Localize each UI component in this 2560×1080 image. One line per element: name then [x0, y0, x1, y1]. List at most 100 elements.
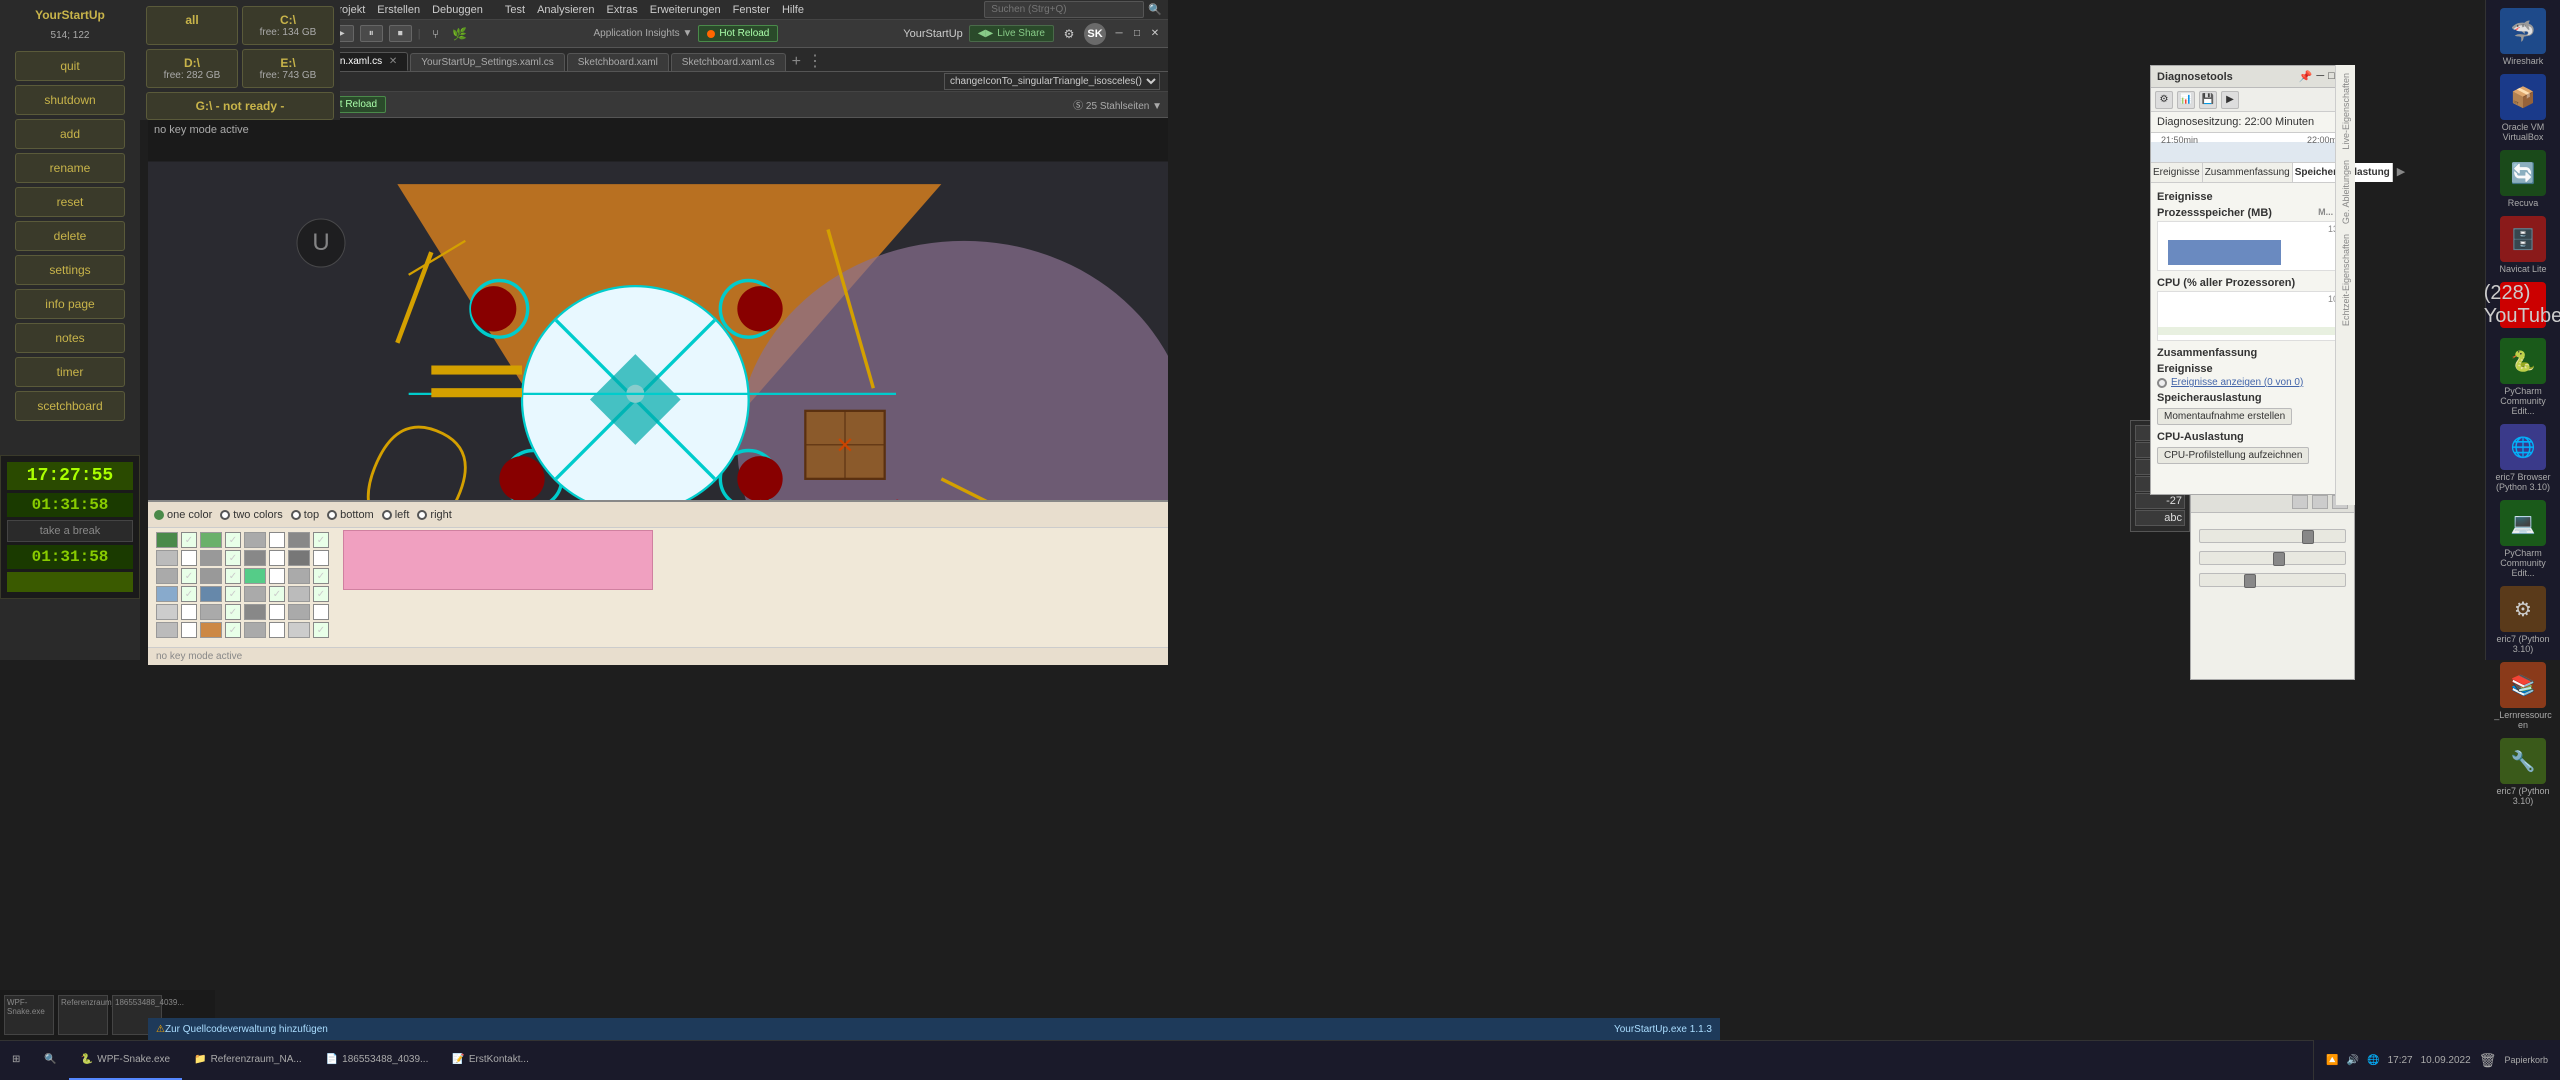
diag-pin-icon[interactable]: 📌: [2299, 70, 2313, 83]
taskbar-wpf-snake[interactable]: 🐍 WPF-Snake.exe: [69, 1041, 182, 1080]
diag-minimize-icon[interactable]: ─: [2316, 70, 2324, 83]
two-colors-option[interactable]: two colors: [220, 509, 283, 521]
rename-button[interactable]: rename: [15, 153, 125, 183]
delete-button[interactable]: delete: [15, 221, 125, 251]
diag-tab-zusammenfassung[interactable]: Zusammenfassung: [2203, 163, 2293, 182]
app-icon-youtube[interactable]: (228) YouTube: [2494, 282, 2552, 330]
drive-all[interactable]: all: [146, 6, 238, 45]
color-cell-3-1[interactable]: [156, 568, 178, 584]
check-1-3[interactable]: [269, 532, 285, 548]
app-icon-eric7-2[interactable]: 🔧 eric7 (Python 3.10): [2494, 738, 2552, 806]
search-icon[interactable]: 🔍: [1148, 3, 1162, 16]
diag-events-link[interactable]: Ereignisse anzeigen (0 von 0): [2171, 377, 2303, 388]
diag-expand-icon[interactable]: ▶: [2393, 163, 2409, 182]
app-icon-recuva[interactable]: 🔄 Recuva: [2494, 150, 2552, 208]
tab-cascadebutton-close[interactable]: ✕: [389, 56, 397, 67]
color-cell-5-2[interactable]: [200, 604, 222, 620]
color-cell-6-1[interactable]: [156, 622, 178, 638]
menu-erstellen[interactable]: Erstellen: [377, 4, 420, 16]
timer-button[interactable]: timer: [15, 357, 125, 387]
diag-profile-button[interactable]: CPU-Profilstellung aufzeichnen: [2157, 447, 2309, 464]
function-dropdown[interactable]: changeIconTo_singularTriangle_isosceles(…: [944, 73, 1160, 90]
scetchboard-button[interactable]: scetchboard: [15, 391, 125, 421]
branch-icon[interactable]: 🌿: [451, 25, 469, 43]
source-label[interactable]: Zur Quellcodeverwaltung hinzufügen: [165, 1024, 328, 1035]
slide-minimize-icon[interactable]: ▼: [2312, 495, 2328, 509]
left-option[interactable]: left: [382, 509, 410, 521]
slider-track-1[interactable]: [2199, 529, 2346, 543]
maximize-button[interactable]: □: [1130, 27, 1144, 41]
shutdown-button[interactable]: shutdown: [15, 85, 125, 115]
menu-analysieren[interactable]: Analysieren: [537, 4, 594, 16]
menu-hilfe[interactable]: Hilfe: [782, 4, 804, 16]
check-5-3[interactable]: [269, 604, 285, 620]
num-field-6[interactable]: [2135, 510, 2185, 526]
check-5-2[interactable]: ✓: [225, 604, 241, 620]
right-option[interactable]: right: [417, 509, 451, 521]
slider-track-3[interactable]: [2199, 573, 2346, 587]
color-cell-2-4[interactable]: [288, 550, 310, 566]
app-icon-virtualbox[interactable]: 📦 Oracle VM VirtualBox: [2494, 74, 2552, 142]
tray-icon2[interactable]: 🔊: [2347, 1055, 2359, 1066]
app-icon-lernressourcen[interactable]: 📚 _Lernressourcen: [2494, 662, 2552, 730]
app-icon-pycharm1[interactable]: 🐍 PyCharm Community Edit...: [2494, 338, 2552, 416]
slider-thumb-1[interactable]: [2302, 530, 2314, 544]
color-cell-2-3[interactable]: [244, 550, 266, 566]
minimize-button[interactable]: ─: [1112, 27, 1126, 41]
menu-fenster[interactable]: Fenster: [733, 4, 770, 16]
vert-tab-live[interactable]: Live-Eigenschaften: [2337, 69, 2355, 154]
color-cell-5-3[interactable]: [244, 604, 266, 620]
notes-button[interactable]: notes: [15, 323, 125, 353]
take-break-button[interactable]: take a break: [7, 520, 133, 542]
tab-sketchboard-xaml[interactable]: Sketchboard.xaml: [567, 53, 669, 71]
app-icon-pycharm2[interactable]: 💻 PyCharm Community Edit...: [2494, 500, 2552, 578]
color-cell-4-2[interactable]: [200, 586, 222, 602]
search-input[interactable]: [984, 1, 1144, 18]
tray-icon1[interactable]: 🔼: [2326, 1055, 2338, 1066]
diag-tb-icon1[interactable]: ⚙: [2155, 91, 2173, 109]
app-icon-eric7[interactable]: ⚙ eric7 (Python 3.10): [2494, 586, 2552, 654]
stop-button[interactable]: ⏹: [389, 25, 412, 42]
check-4-3[interactable]: ✓: [269, 586, 285, 602]
color-cell-1-1[interactable]: [156, 532, 178, 548]
taskbar-search[interactable]: 🔍: [32, 1041, 68, 1080]
check-3-4[interactable]: ✓: [313, 568, 329, 584]
check-6-4[interactable]: ✓: [313, 622, 329, 638]
task-thumb-2[interactable]: Referenzraum_NA...: [58, 995, 108, 1035]
drive-e[interactable]: E:\ free: 743 GB: [242, 49, 334, 88]
color-cell-2-1[interactable]: [156, 550, 178, 566]
color-cell-3-3[interactable]: [244, 568, 266, 584]
check-2-1[interactable]: [181, 550, 197, 566]
app-icon-eric7browser[interactable]: 🌐 eric7 Browser (Python 3.10): [2494, 424, 2552, 492]
check-5-4[interactable]: [313, 604, 329, 620]
add-button[interactable]: add: [15, 119, 125, 149]
color-cell-2-2[interactable]: [200, 550, 222, 566]
diag-maximize-icon[interactable]: □: [2328, 70, 2335, 83]
diag-tb-icon2[interactable]: 📊: [2177, 91, 2195, 109]
check-3-2[interactable]: ✓: [225, 568, 241, 584]
reset-button[interactable]: reset: [15, 187, 125, 217]
app-icon-navicat[interactable]: 🗄️ Navicat Lite: [2494, 216, 2552, 274]
menu-erweiterungen[interactable]: Erweiterungen: [650, 4, 721, 16]
taskbar-file[interactable]: 📄 186553488_4039...: [314, 1041, 441, 1080]
slider-track-2[interactable]: [2199, 551, 2346, 565]
diag-tb-icon3[interactable]: 💾: [2199, 91, 2217, 109]
slide-pin-icon[interactable]: ─: [2292, 495, 2308, 509]
add-tab-button[interactable]: +: [792, 53, 801, 71]
color-cell-3-4[interactable]: [288, 568, 310, 584]
check-2-3[interactable]: [269, 550, 285, 566]
one-color-option[interactable]: one color: [154, 509, 212, 521]
check-4-2[interactable]: ✓: [225, 586, 241, 602]
info-page-button[interactable]: info page: [15, 289, 125, 319]
menu-debuggen[interactable]: Debuggen: [432, 4, 483, 16]
check-2-2[interactable]: ✓: [225, 550, 241, 566]
check-2-4[interactable]: [313, 550, 329, 566]
close-button[interactable]: ✕: [1148, 27, 1162, 41]
color-cell-1-2[interactable]: [200, 532, 222, 548]
color-cell-3-2[interactable]: [200, 568, 222, 584]
task-thumb-1[interactable]: WPF-Snake.exe: [4, 995, 54, 1035]
vert-tab-erieg[interactable]: Echtzeit-Eigenschaften: [2337, 230, 2355, 330]
drive-c[interactable]: C:\ free: 134 GB: [242, 6, 334, 45]
tray-time[interactable]: 17:27: [2388, 1055, 2413, 1066]
taskbar-start-button[interactable]: ⊞: [0, 1041, 32, 1080]
